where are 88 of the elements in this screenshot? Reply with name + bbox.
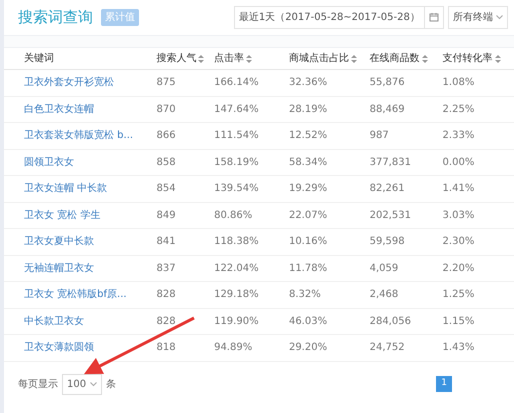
keyword-link[interactable]: 卫衣女夏中长款 bbox=[24, 236, 94, 248]
table-cell: 139.54% bbox=[214, 183, 259, 194]
table-cell: 987 bbox=[370, 130, 389, 142]
table-cell: 11.78% bbox=[288, 262, 328, 274]
table-cell: 22.07% bbox=[288, 210, 328, 221]
table-cell: 88,469 bbox=[370, 104, 405, 115]
column-header[interactable]: 搜索人气 bbox=[156, 51, 196, 66]
sort-icon[interactable] bbox=[198, 54, 204, 62]
table-cell: 10.16% bbox=[288, 236, 328, 248]
table-cell: 866 bbox=[156, 130, 176, 142]
column-header: 关键词 bbox=[24, 52, 54, 66]
table-cell: 94.89% bbox=[214, 342, 252, 354]
column-header[interactable]: 支付转化率 bbox=[442, 51, 493, 66]
table-cell: 837 bbox=[156, 262, 176, 274]
keyword-link[interactable]: 卫衣套装女韩版宽松 b... bbox=[24, 130, 134, 142]
table-cell: 118.38% bbox=[214, 236, 259, 248]
page-title: 搜索词查询 bbox=[18, 7, 93, 28]
page-button[interactable]: 1 bbox=[436, 376, 452, 392]
table-cell: 858 bbox=[156, 156, 176, 168]
keyword-link[interactable]: 卫衣女 宽松韩版bf原... bbox=[24, 289, 127, 300]
table-cell: 119.90% bbox=[214, 316, 259, 327]
page-size-select[interactable]: 100 bbox=[62, 374, 102, 394]
table-cell: 55,876 bbox=[370, 77, 405, 88]
table-cell: 12.52% bbox=[288, 130, 328, 142]
table-cell: 111.54% bbox=[214, 130, 259, 142]
keyword-link[interactable]: 中长款卫衣女 bbox=[24, 316, 84, 327]
caret-icon bbox=[496, 14, 503, 20]
table-cell: 129.18% bbox=[214, 289, 259, 300]
sort-icon[interactable] bbox=[350, 54, 357, 62]
table-cell: 32.36% bbox=[288, 77, 328, 88]
table-cell: 2.25% bbox=[442, 104, 474, 115]
table-cell: 818 bbox=[156, 342, 176, 354]
caret-icon bbox=[90, 382, 98, 386]
table-cell: 2.33% bbox=[442, 130, 474, 142]
sort-icon[interactable] bbox=[422, 54, 428, 62]
table-cell: 158.19% bbox=[214, 156, 259, 168]
table-cell: 122.04% bbox=[214, 262, 259, 274]
table-cell: 29.20% bbox=[288, 342, 328, 354]
keyword-link[interactable]: 卫衣女 宽松 学生 bbox=[24, 210, 100, 221]
table-cell: 1.41% bbox=[442, 183, 474, 194]
table-cell: 0.00% bbox=[442, 156, 474, 168]
table-cell: 82,261 bbox=[370, 183, 405, 194]
table-cell: 2.30% bbox=[442, 236, 474, 248]
terminal-dropdown[interactable]: 所有终端 bbox=[448, 6, 508, 29]
table-cell: 1.08% bbox=[442, 77, 474, 88]
table-cell: 854 bbox=[156, 183, 176, 194]
table-cell: 46.03% bbox=[288, 316, 328, 327]
column-header[interactable]: 在线商品数 bbox=[370, 51, 420, 66]
table-cell: 284,056 bbox=[370, 316, 411, 327]
keyword-link[interactable]: 圆领卫衣女 bbox=[24, 156, 74, 168]
table-cell: 202,531 bbox=[370, 210, 411, 221]
table-cell: 80.86% bbox=[214, 210, 252, 221]
sort-icon[interactable] bbox=[494, 54, 501, 62]
table-cell: 2.20% bbox=[442, 262, 474, 274]
page-size-unit: 条 bbox=[106, 378, 116, 392]
table-cell: 875 bbox=[156, 77, 176, 88]
table-cell: 828 bbox=[156, 289, 176, 300]
table-cell: 58.34% bbox=[288, 156, 328, 168]
table-cell: 1.25% bbox=[442, 289, 474, 300]
column-header[interactable]: 点击率 bbox=[214, 51, 244, 66]
table-cell: 24,752 bbox=[370, 342, 405, 354]
keyword-link[interactable]: 白色卫衣女连帽 bbox=[24, 104, 94, 115]
page-size-label: 每页显示 bbox=[18, 378, 58, 392]
badge: 累计值 bbox=[101, 9, 139, 26]
keyword-link[interactable]: 卫衣女连帽 中长款 bbox=[24, 183, 108, 194]
table-cell: 166.14% bbox=[214, 77, 259, 88]
table-cell: 2,468 bbox=[370, 289, 398, 300]
keyword-link[interactable]: 卫衣外套女开衫宽松 bbox=[24, 77, 114, 88]
table-cell: 841 bbox=[156, 236, 176, 248]
table-cell: 1.43% bbox=[442, 342, 474, 354]
calendar-icon[interactable] bbox=[424, 6, 444, 29]
table-cell: 377,831 bbox=[370, 156, 411, 168]
keyword-link[interactable]: 卫衣女薄款圆领 bbox=[24, 342, 94, 354]
table-cell: 4,059 bbox=[370, 262, 398, 274]
table-cell: 828 bbox=[156, 316, 176, 327]
column-header[interactable]: 商城点击占比 bbox=[288, 51, 349, 66]
table-cell: 147.64% bbox=[214, 104, 259, 115]
table-cell: 870 bbox=[156, 104, 176, 115]
table-cell: 28.19% bbox=[288, 104, 328, 115]
table-cell: 849 bbox=[156, 210, 176, 221]
table-cell: 19.29% bbox=[288, 183, 328, 194]
date-range-field[interactable]: 最近1天（2017-05-28~2017-05-28） bbox=[234, 6, 425, 29]
table-cell: 1.15% bbox=[442, 316, 474, 327]
sort-icon[interactable] bbox=[246, 54, 252, 62]
keyword-link[interactable]: 无袖连帽卫衣女 bbox=[24, 262, 94, 274]
table-cell: 3.03% bbox=[442, 210, 474, 221]
table-cell: 8.32% bbox=[288, 289, 321, 300]
table-cell: 59,598 bbox=[370, 236, 405, 248]
